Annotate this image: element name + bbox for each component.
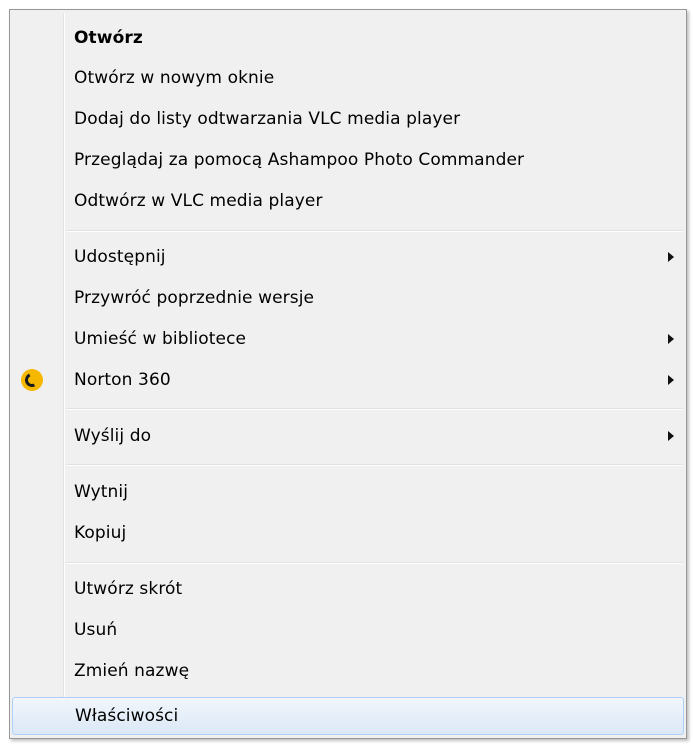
context-menu: Otwórz Otwórz w nowym oknie Dodaj do lis… [9,9,687,739]
menu-item-label: Przywróć poprzednie wersje [74,288,315,308]
menu-separator [66,562,683,564]
menu-item-norton-360[interactable]: Norton 360 [12,360,684,400]
submenu-arrow-icon [668,334,674,344]
menu-item-add-to-vlc-playlist[interactable]: Dodaj do listy odtwarzania VLC media pla… [12,99,684,139]
menu-item-include-in-library[interactable]: Umieść w bibliotece [12,319,684,359]
menu-item-open[interactable]: Otwórz [12,18,684,58]
norton-icon [21,369,43,391]
menu-item-label: Zmień nazwę [74,661,190,681]
menu-item-restore-previous-versions[interactable]: Przywróć poprzednie wersje [12,278,684,318]
menu-item-open-new-window[interactable]: Otwórz w nowym oknie [12,58,684,98]
menu-item-create-shortcut[interactable]: Utwórz skrót [12,569,684,609]
menu-item-label: Usuń [74,620,118,640]
menu-item-properties[interactable]: Właściwości [12,697,684,735]
menu-item-label: Otwórz w nowym oknie [74,68,275,88]
menu-separator [66,408,683,410]
menu-item-label: Wytnij [74,482,129,502]
menu-item-copy[interactable]: Kopiuj [12,513,684,553]
menu-item-label: Umieść w bibliotece [74,329,247,349]
menu-item-label: Wyślij do [74,426,152,446]
menu-item-rename[interactable]: Zmień nazwę [12,651,684,691]
menu-separator [66,230,683,232]
menu-item-send-to[interactable]: Wyślij do [12,416,684,456]
menu-item-delete[interactable]: Usuń [12,610,684,650]
menu-item-label: Przeglądaj za pomocą Ashampoo Photo Comm… [74,150,525,170]
menu-item-cut[interactable]: Wytnij [12,472,684,512]
menu-item-label: Właściwości [75,706,179,726]
menu-item-label: Udostępnij [74,247,166,267]
submenu-arrow-icon [668,431,674,441]
menu-item-browse-ashampoo[interactable]: Przeglądaj za pomocą Ashampoo Photo Comm… [12,140,684,180]
submenu-arrow-icon [668,375,674,385]
menu-item-label: Otwórz [74,28,143,48]
menu-item-label: Dodaj do listy odtwarzania VLC media pla… [74,109,461,129]
menu-separator [66,464,683,466]
menu-item-label: Utwórz skrót [74,579,183,599]
submenu-arrow-icon [668,252,674,262]
menu-item-share[interactable]: Udostępnij [12,237,684,277]
menu-item-label: Odtwórz w VLC media player [74,191,323,211]
menu-item-play-vlc[interactable]: Odtwórz w VLC media player [12,181,684,221]
menu-item-label: Kopiuj [74,523,127,543]
menu-item-label: Norton 360 [74,370,171,390]
